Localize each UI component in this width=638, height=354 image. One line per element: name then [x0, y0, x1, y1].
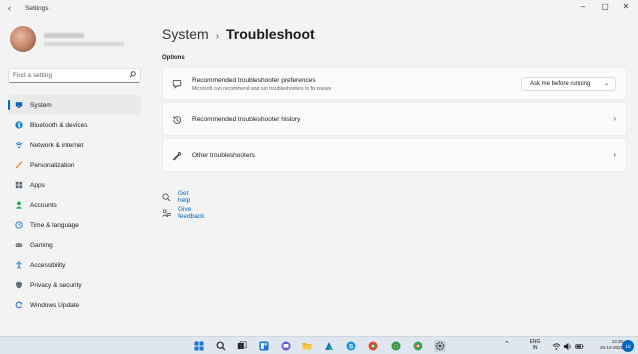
gamepad-icon	[15, 241, 23, 249]
sidebar-item-network[interactable]: Network & internet	[8, 135, 141, 155]
globe-clock-icon	[15, 221, 23, 229]
sidebar-item-label: Accounts	[30, 201, 57, 209]
sidebar-item-label: Accessibility	[30, 261, 66, 269]
person-icon	[15, 201, 23, 209]
help-icon	[162, 193, 171, 202]
chrome-icon[interactable]	[390, 340, 402, 352]
search-icon[interactable]	[129, 71, 136, 80]
sidebar-item-label: Privacy & security	[30, 281, 82, 289]
give-feedback-link[interactable]: Give feedback	[162, 206, 204, 220]
search-input[interactable]	[13, 72, 123, 79]
update-icon	[15, 301, 23, 309]
chat-bubble-icon	[172, 79, 182, 89]
sidebar-item-accounts[interactable]: Accounts	[8, 195, 141, 215]
sidebar-item-label: Network & internet	[30, 141, 84, 149]
give-feedback-label[interactable]: Give feedback	[178, 206, 204, 220]
language-indicator[interactable]: ENG IN	[528, 339, 542, 351]
sidebar-item-label: Personalization	[30, 161, 75, 169]
sidebar-item-label: System	[30, 101, 52, 109]
sidebar-item-label: Time & language	[30, 221, 79, 229]
section-label: Options	[162, 55, 185, 61]
page-title: Troubleshoot	[226, 26, 315, 42]
chat-icon[interactable]	[280, 340, 292, 352]
card-title: Recommended troubleshooter preferences	[192, 77, 316, 84]
sidebar-item-accessibility[interactable]: Accessibility	[8, 255, 141, 275]
back-button[interactable]: ‹	[8, 3, 11, 13]
sidebar-nav: System Bluetooth & devices Network & int…	[8, 95, 141, 315]
paintbrush-icon	[15, 161, 23, 169]
troubleshooter-preference-dropdown[interactable]: Ask me before running ⌄	[521, 77, 616, 91]
task-view-icon[interactable]	[236, 340, 248, 352]
minimize-button[interactable]: –	[576, 2, 590, 11]
chevron-right-icon: ›	[613, 150, 616, 159]
maximize-button[interactable]: ▢	[598, 2, 612, 11]
card-troubleshooter-history[interactable]: Recommended troubleshooter history ›	[162, 102, 627, 136]
accessibility-icon	[15, 261, 23, 269]
settings-icon[interactable]	[434, 340, 446, 352]
card-other-troubleshooters[interactable]: Other troubleshooters ›	[162, 138, 627, 172]
tray-chevron-icon[interactable]: ⌃	[504, 340, 510, 348]
breadcrumb-parent-link[interactable]: System	[162, 26, 209, 42]
apps-icon	[15, 181, 23, 189]
dropdown-value: Ask me before running	[530, 81, 591, 87]
svg-text:S: S	[349, 343, 354, 350]
bluetooth-icon	[15, 121, 23, 129]
sidebar-item-label: Apps	[30, 181, 45, 189]
sidebar-item-system[interactable]: System	[8, 95, 141, 115]
language-line2: IN	[532, 345, 538, 351]
user-name-blurred	[44, 33, 84, 38]
card-recommended-preferences: Recommended troubleshooter preferences M…	[162, 67, 627, 100]
feedback-icon	[162, 208, 171, 218]
sidebar-item-label: Bluetooth & devices	[30, 121, 88, 129]
wrench-icon	[172, 151, 182, 161]
start-icon[interactable]	[193, 340, 205, 352]
close-button[interactable]: ✕	[619, 2, 633, 11]
chrome-icon-2[interactable]	[412, 340, 424, 352]
card-subtitle: Microsoft can recommend and run troubles…	[192, 86, 332, 92]
sidebar-item-apps[interactable]: Apps	[8, 175, 141, 195]
avatar[interactable]	[10, 26, 36, 52]
sidebar-item-time-language[interactable]: Time & language	[8, 215, 141, 235]
breadcrumb-separator: ›	[215, 31, 220, 42]
shield-icon	[15, 281, 23, 289]
store-icon[interactable]: S	[345, 340, 357, 352]
volume-icon[interactable]	[561, 340, 573, 352]
search-icon[interactable]	[215, 340, 227, 352]
taskbar: S ⌃ ENG IN 13:30 25-10-2021 10	[0, 336, 638, 354]
system-icon	[15, 101, 23, 109]
sidebar-item-windows-update[interactable]: Windows Update	[8, 295, 141, 315]
system-clock[interactable]: 13:30 25-10-2021	[599, 339, 623, 351]
title-bar: ‹ Settings – ▢ ✕	[0, 0, 638, 18]
widgets-icon[interactable]	[258, 340, 270, 352]
settings-window: ‹ Settings – ▢ ✕ System Bluetooth & devi…	[0, 0, 638, 336]
search-box[interactable]	[8, 68, 141, 83]
chevron-down-icon: ⌄	[603, 81, 609, 87]
battery-icon[interactable]	[573, 340, 585, 352]
window-title: Settings	[25, 5, 49, 12]
chevron-right-icon: ›	[613, 114, 616, 123]
file-explorer-icon[interactable]	[301, 340, 313, 352]
card-title: Other troubleshooters	[192, 152, 255, 159]
get-help-label[interactable]: Get help	[178, 190, 190, 204]
user-email-blurred	[44, 42, 124, 46]
sidebar-item-gaming[interactable]: Gaming	[8, 235, 141, 255]
clock-date: 25-10-2021	[599, 345, 623, 350]
get-help-link[interactable]: Get help	[162, 190, 190, 204]
sidebar-item-privacy[interactable]: Privacy & security	[8, 275, 141, 295]
sidebar-item-label: Windows Update	[30, 301, 80, 309]
sidebar-item-bluetooth[interactable]: Bluetooth & devices	[8, 115, 141, 135]
sidebar-item-personalization[interactable]: Personalization	[8, 155, 141, 175]
skype-icon[interactable]	[367, 340, 379, 352]
wifi-icon	[15, 141, 23, 149]
edge-icon[interactable]	[323, 340, 335, 352]
sidebar-item-label: Gaming	[30, 241, 53, 249]
breadcrumb: System › Troubleshoot	[162, 26, 315, 42]
history-icon	[172, 115, 182, 125]
card-title: Recommended troubleshooter history	[192, 116, 301, 123]
notification-badge[interactable]: 10	[622, 340, 634, 352]
